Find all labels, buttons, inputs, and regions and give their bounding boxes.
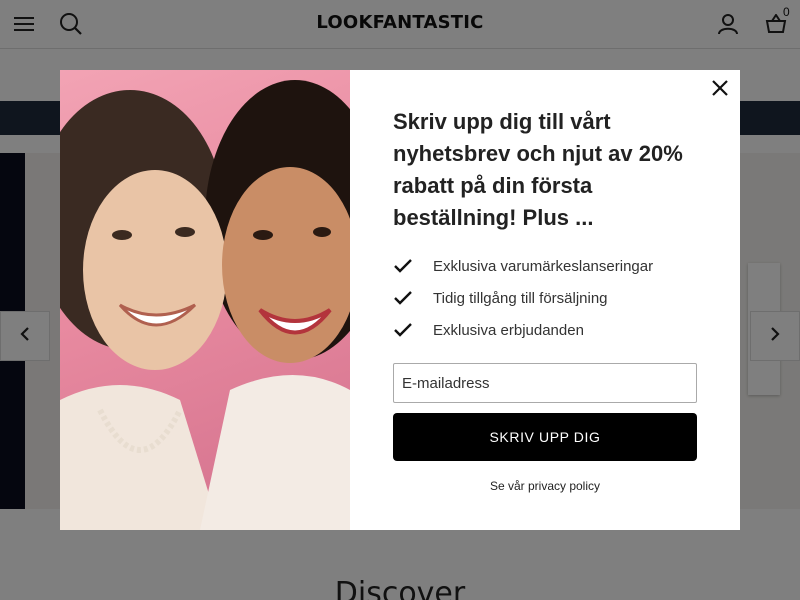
checkmark-icon <box>393 256 419 276</box>
benefit-label: Exklusiva erbjudanden <box>433 321 584 339</box>
signup-button[interactable]: SKRIV UPP DIG <box>393 413 697 461</box>
close-button[interactable] <box>710 79 730 101</box>
newsletter-image <box>60 70 350 530</box>
benefit-label: Tidig tillgång till försäljning <box>433 289 608 307</box>
modal-title: Skriv upp dig till vårt nyhetsbrev och n… <box>393 109 683 230</box>
benefits-list: Exklusiva varumärkeslanseringar Tidig ti… <box>393 250 697 346</box>
newsletter-modal: Skriv upp dig till vårt nyhetsbrev och n… <box>60 70 740 530</box>
checkmark-icon <box>393 320 419 340</box>
benefit-label: Exklusiva varumärkeslanseringar <box>433 257 654 275</box>
newsletter-content: Skriv upp dig till vårt nyhetsbrev och n… <box>350 70 740 530</box>
benefit-item: Exklusiva varumärkeslanseringar <box>393 250 697 282</box>
privacy-policy-link[interactable]: Se vår privacy policy <box>393 479 697 493</box>
benefit-item: Exklusiva erbjudanden <box>393 314 697 346</box>
email-field[interactable] <box>393 363 697 403</box>
checkmark-icon <box>393 288 419 308</box>
close-icon <box>712 79 728 101</box>
benefit-item: Tidig tillgång till försäljning <box>393 282 697 314</box>
